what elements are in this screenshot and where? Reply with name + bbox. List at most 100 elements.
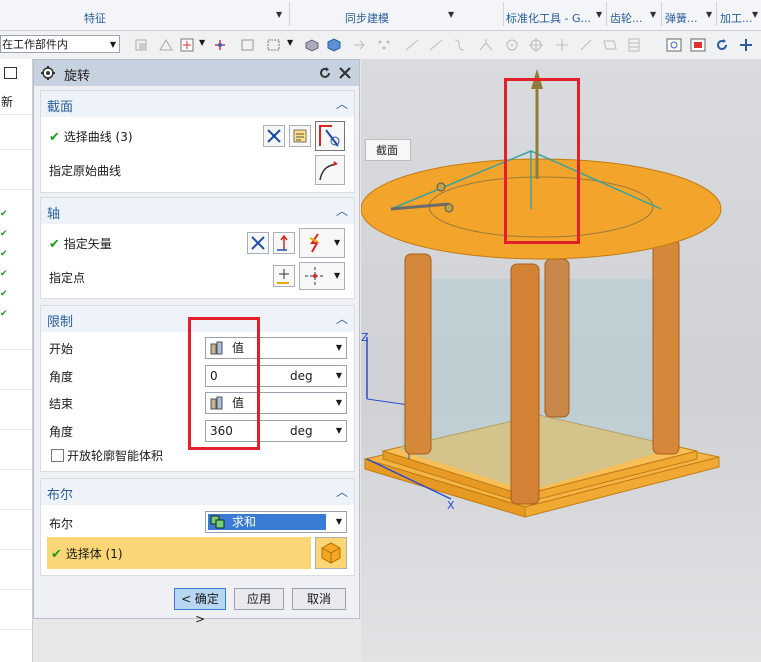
collapse-icon[interactable]: ︿ <box>336 95 348 112</box>
select-body-row[interactable]: ✔ 选择体 (1) <box>47 537 311 569</box>
selection-toolbar: 在工作部件内 ▼ ▼ ▼ <box>0 31 761 60</box>
chevron-down-icon[interactable]: ▼ <box>448 10 454 19</box>
cancel-button[interactable]: 取消 <box>292 588 346 610</box>
curve-icon[interactable] <box>452 38 468 52</box>
vector-icon <box>277 234 288 251</box>
boolean-select[interactable]: 求和 ▼ <box>205 511 347 533</box>
vector-type-dropdown[interactable]: ▼ <box>299 228 345 258</box>
shaded-icon[interactable] <box>304 38 320 52</box>
boolean-label: 布尔 <box>49 517 74 531</box>
crosshair-icon <box>305 267 325 285</box>
point-dialog-button[interactable] <box>273 265 295 287</box>
section-header[interactable]: 布尔 ︿ <box>41 479 354 505</box>
divider <box>0 509 32 510</box>
collapse-icon[interactable]: ︿ <box>336 483 348 500</box>
divider <box>0 114 32 115</box>
ribbon-group-spring[interactable]: 弹簧... <box>665 10 698 26</box>
reverse-direction-button[interactable] <box>247 232 269 254</box>
chevron-down-icon[interactable]: ▼ <box>199 38 205 47</box>
unite-icon <box>210 515 225 529</box>
curve-select-icon <box>319 125 340 147</box>
dialog-titlebar[interactable]: 旋转 <box>34 60 359 86</box>
select-icon[interactable] <box>158 38 174 52</box>
face-icon[interactable] <box>602 38 618 52</box>
column-front <box>510 263 540 505</box>
origin-curve-icon <box>319 161 338 181</box>
chevron-down-icon[interactable]: ▼ <box>752 10 758 19</box>
dots-icon[interactable] <box>376 38 392 52</box>
grid-icon[interactable] <box>626 38 642 52</box>
ribbon-group-gear[interactable]: 齿轮... <box>610 10 643 26</box>
rotate-icon[interactable] <box>714 38 730 52</box>
plus-icon[interactable] <box>554 38 570 52</box>
divider <box>0 429 32 430</box>
line-icon[interactable] <box>404 38 420 52</box>
collapse-icon[interactable]: ︿ <box>336 310 348 327</box>
cross-arrows-icon <box>251 236 265 250</box>
select-body-label: 选择体 (1) <box>65 547 123 561</box>
apply-button[interactable]: 应用 <box>234 588 284 610</box>
rect-select-icon[interactable] <box>240 38 256 52</box>
chevron-down-icon[interactable]: ▼ <box>706 10 712 19</box>
work-part-select[interactable]: 在工作部件内 ▼ <box>0 35 120 53</box>
zoom-window-icon[interactable] <box>690 38 706 52</box>
chevron-down-icon: ▼ <box>335 343 342 352</box>
select-body-button[interactable] <box>315 537 347 569</box>
graphics-viewport[interactable]: Z X 截面 <box>361 59 761 662</box>
collapse-icon[interactable]: ︿ <box>336 202 348 219</box>
chevron-down-icon: ▼ <box>335 426 342 435</box>
lightning-vector-icon <box>309 233 319 253</box>
ribbon-group-feature[interactable]: 特征 <box>84 10 106 26</box>
reset-icon[interactable] <box>318 66 332 80</box>
tooltip-text: 截面 <box>376 144 398 157</box>
divider <box>0 469 32 470</box>
origin-curve-button[interactable] <box>315 155 345 185</box>
gear-icon[interactable] <box>40 65 56 81</box>
chevron-down-icon[interactable]: ▼ <box>596 10 602 19</box>
circle-center-icon[interactable] <box>504 38 520 52</box>
chevron-down-icon: ▼ <box>335 398 342 407</box>
zoom-fit-icon[interactable] <box>666 38 682 52</box>
line-icon[interactable] <box>428 38 444 52</box>
restore-icon[interactable] <box>4 67 17 79</box>
ribbon-separator <box>503 2 504 26</box>
chevron-down-icon: ▼ <box>335 517 342 526</box>
start-angle-label: 角度 <box>49 370 74 384</box>
select-curve-label: 选择曲线 (3) <box>63 130 133 144</box>
specify-vector-row[interactable]: ✔ 指定矢量 <box>49 235 112 252</box>
chevron-down-icon[interactable]: ▼ <box>276 10 282 19</box>
slash-icon[interactable] <box>578 38 594 52</box>
column-back-right <box>652 238 680 455</box>
cube-icon[interactable] <box>326 38 342 52</box>
end-angle-label: 角度 <box>49 425 74 439</box>
snap-point-icon[interactable] <box>180 38 196 52</box>
section-header[interactable]: 轴 ︿ <box>41 198 354 224</box>
quadrant-icon[interactable] <box>528 38 544 52</box>
select-curve-row[interactable]: ✔ 选择曲线 (3) <box>49 128 133 145</box>
check-icon: ✔ <box>0 229 8 239</box>
open-profile-checkbox[interactable] <box>51 449 64 462</box>
chevron-down-icon[interactable]: ▼ <box>650 10 656 19</box>
branch-icon[interactable] <box>478 38 494 52</box>
start-label: 开始 <box>49 342 74 356</box>
close-icon[interactable] <box>338 66 352 80</box>
column-back-center <box>544 258 570 418</box>
point-type-dropdown[interactable]: ▼ <box>299 262 345 290</box>
ribbon-group-sync-modeling[interactable]: 同步建模 <box>345 10 389 26</box>
point-icon[interactable] <box>212 38 228 52</box>
curve-rule-button[interactable] <box>263 125 285 147</box>
arrow-icon[interactable] <box>352 38 368 52</box>
ribbon-separator <box>661 2 662 26</box>
filter-icon[interactable] <box>134 38 150 52</box>
pan-icon[interactable] <box>738 38 754 52</box>
ribbon-group-standard-tools[interactable]: 标准化工具 - G... <box>506 10 591 26</box>
vector-dialog-button[interactable] <box>273 232 295 254</box>
chevron-down-icon[interactable]: ▼ <box>287 38 293 47</box>
ribbon-group-machining[interactable]: 加工... <box>720 10 753 26</box>
section-header[interactable]: 截面 ︿ <box>41 91 354 117</box>
lasso-select-icon[interactable] <box>266 38 282 52</box>
curve-select-button[interactable] <box>315 121 345 151</box>
ribbon-bar: 特征 ▼ 同步建模 ▼ 标准化工具 - G... ▼ 齿轮... ▼ 弹簧...… <box>0 0 761 31</box>
ok-button[interactable]: < 确定 > <box>174 588 226 626</box>
sketch-section-button[interactable] <box>289 125 311 147</box>
